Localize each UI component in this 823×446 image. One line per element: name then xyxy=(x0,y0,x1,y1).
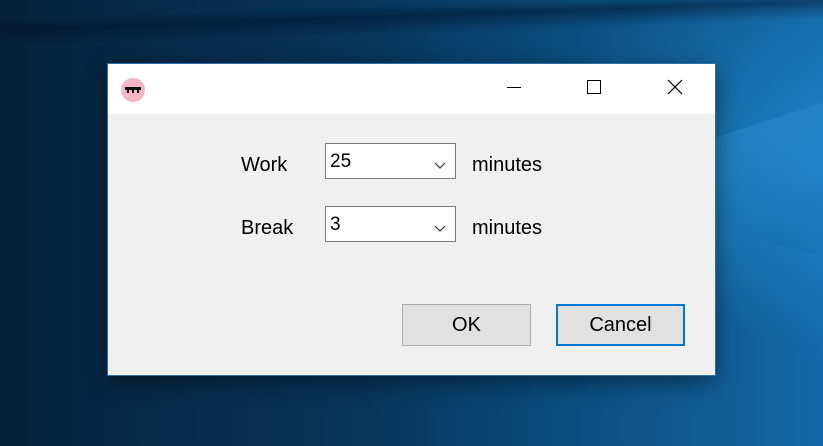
ok-button[interactable]: OK xyxy=(402,304,531,346)
break-duration-select[interactable]: 3 xyxy=(325,206,456,242)
chevron-down-icon xyxy=(434,157,446,169)
maximize-icon xyxy=(586,79,602,100)
work-unit-label: minutes xyxy=(472,154,543,176)
break-label: Break xyxy=(241,217,294,239)
minimize-icon xyxy=(506,79,522,100)
work-duration-value: 25 xyxy=(330,151,352,172)
minimize-button[interactable] xyxy=(474,64,554,114)
maximize-button[interactable] xyxy=(554,64,634,114)
break-unit-label: minutes xyxy=(472,217,543,239)
title-bar[interactable] xyxy=(108,64,715,114)
settings-dialog: Work 25 minutes Break 3 minutes OK Cance… xyxy=(107,63,716,376)
desktop-background: Work 25 minutes Break 3 minutes OK Cance… xyxy=(0,0,823,446)
work-duration-select[interactable]: 25 xyxy=(325,143,456,179)
work-label: Work xyxy=(241,154,288,176)
cancel-button[interactable]: Cancel xyxy=(556,304,685,346)
chevron-down-icon xyxy=(434,220,446,232)
close-icon xyxy=(667,79,683,100)
pomodoro-tomato-icon xyxy=(120,77,146,103)
break-duration-value: 3 xyxy=(330,214,341,235)
close-button[interactable] xyxy=(635,64,715,114)
